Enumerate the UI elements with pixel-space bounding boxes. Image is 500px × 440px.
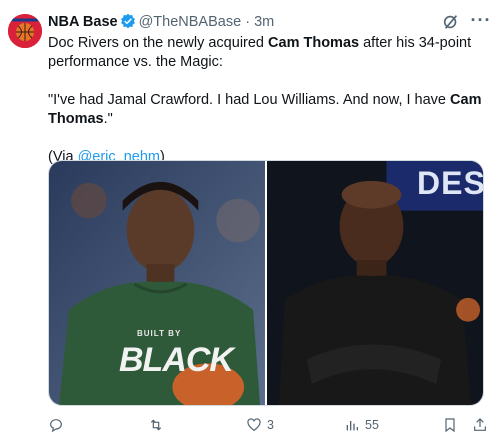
verified-badge-icon: [120, 13, 135, 29]
photo-left[interactable]: BUILT BY BLACK: [49, 161, 265, 405]
avatar[interactable]: [8, 14, 42, 48]
retweet-button[interactable]: [148, 414, 169, 436]
share-icon: [474, 418, 486, 431]
share-button[interactable]: [472, 414, 488, 436]
separator-dot: ·: [245, 14, 251, 30]
reply-icon: [50, 419, 62, 433]
views-count: 55: [365, 418, 379, 432]
views-chart-icon: [346, 421, 358, 431]
tweet-text-bold: Cam Thomas: [268, 35, 360, 51]
author-name[interactable]: NBA Base: [48, 14, 118, 30]
like-count: 3: [267, 418, 274, 432]
jersey-text-big: BLACK: [119, 341, 234, 379]
tweet-header: NBA Base @TheNBABase · 3m: [48, 12, 492, 32]
grok-icon[interactable]: [442, 13, 460, 31]
timestamp[interactable]: 3m: [254, 14, 274, 30]
tweet-card[interactable]: NBA Base @TheNBABase · 3m ··· Doc Rivers …: [0, 0, 500, 440]
views-button[interactable]: 55: [344, 414, 379, 436]
retweet-icon: [150, 419, 162, 431]
quote-text: "I've had Jamal Crawford. I had Lou Will…: [48, 92, 451, 108]
like-button[interactable]: 3: [246, 414, 274, 436]
media-grid: BUILT BY BLACK DES: [48, 160, 484, 406]
tweet-text-segment: Doc Rivers on the newly acquired: [48, 35, 269, 51]
arena-banner-text: DES: [417, 165, 483, 201]
reply-button[interactable]: [48, 414, 69, 436]
more-icon[interactable]: ···: [470, 11, 492, 32]
author-handle[interactable]: @TheNBABase: [139, 14, 242, 30]
quote-text-end: .": [103, 111, 113, 127]
tweet-text: Doc Rivers on the newly acquired Cam Tho…: [48, 34, 488, 167]
photo-right[interactable]: DES: [267, 161, 483, 405]
jersey-text-small: BUILT BY: [137, 329, 182, 338]
bookmark-button[interactable]: [442, 414, 458, 436]
bookmark-icon: [445, 418, 455, 433]
action-bar: 3 55: [48, 414, 492, 436]
heart-icon: [247, 418, 261, 432]
basketball-logo-icon: [8, 14, 42, 48]
